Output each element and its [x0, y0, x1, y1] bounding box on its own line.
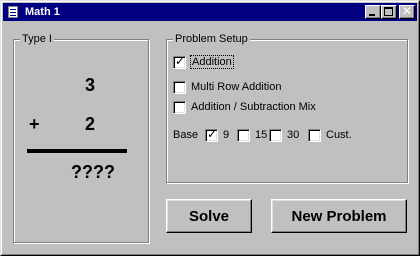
problem-setup-label: Problem Setup: [173, 33, 250, 45]
math-window: Math 1 ✕ Type I 3 + 2 ???? Problem Setup…: [0, 0, 420, 256]
base-9-label: 9: [223, 129, 230, 141]
base-custom-label: Cust.: [326, 129, 352, 141]
base-9-checkbox[interactable]: ✓: [205, 126, 218, 142]
second-number: 2: [85, 114, 96, 134]
base-15-checkbox[interactable]: [237, 128, 250, 142]
addition-label: Addition: [190, 55, 234, 69]
multi-row-addition-label: Multi Row Addition: [191, 81, 282, 93]
base-option-15[interactable]: 15: [237, 127, 267, 143]
base-option-9[interactable]: ✓ 9: [205, 127, 229, 143]
title-bar[interactable]: Math 1 ✕: [3, 3, 417, 21]
base-custom-checkbox[interactable]: [308, 128, 321, 142]
problem-panel-label: Type I: [20, 33, 54, 45]
base-option-custom[interactable]: Cust.: [308, 127, 352, 143]
addition-subtraction-mix-label: Addition / Subtraction Mix: [191, 101, 316, 113]
base-option-30[interactable]: 30: [269, 127, 299, 143]
maximize-icon: [384, 7, 393, 16]
base-30-label: 30: [287, 129, 300, 141]
minimize-icon: [369, 14, 375, 16]
base-15-label: 15: [255, 129, 268, 141]
close-icon: ✕: [401, 4, 413, 18]
addition-subtraction-mix-checkbox[interactable]: [173, 100, 186, 114]
check-icon: ✓: [175, 53, 186, 68]
new-problem-button[interactable]: New Problem: [271, 199, 407, 233]
problem-panel: Type I: [13, 33, 149, 243]
top-number: 3: [85, 75, 96, 95]
title-controls: ✕: [365, 4, 415, 19]
solve-button[interactable]: Solve: [166, 199, 252, 233]
operator-sign: +: [29, 114, 40, 134]
answer-placeholder: ????: [71, 162, 115, 182]
document-icon[interactable]: [6, 5, 20, 19]
option-addition[interactable]: ✓ Addition: [173, 53, 234, 70]
check-icon: ✓: [207, 126, 218, 141]
close-button[interactable]: ✕: [399, 4, 415, 19]
base-label: Base: [173, 129, 199, 141]
base-30-checkbox[interactable]: [269, 128, 282, 142]
multi-row-addition-checkbox[interactable]: [173, 80, 186, 94]
addition-checkbox[interactable]: ✓: [173, 53, 186, 69]
minimize-button[interactable]: [365, 5, 381, 19]
option-multi-row-addition[interactable]: Multi Row Addition: [173, 79, 282, 95]
sum-line: [27, 149, 127, 153]
option-addition-subtraction-mix[interactable]: Addition / Subtraction Mix: [173, 99, 316, 115]
maximize-button[interactable]: [381, 5, 397, 19]
window-title: Math 1: [25, 6, 60, 18]
